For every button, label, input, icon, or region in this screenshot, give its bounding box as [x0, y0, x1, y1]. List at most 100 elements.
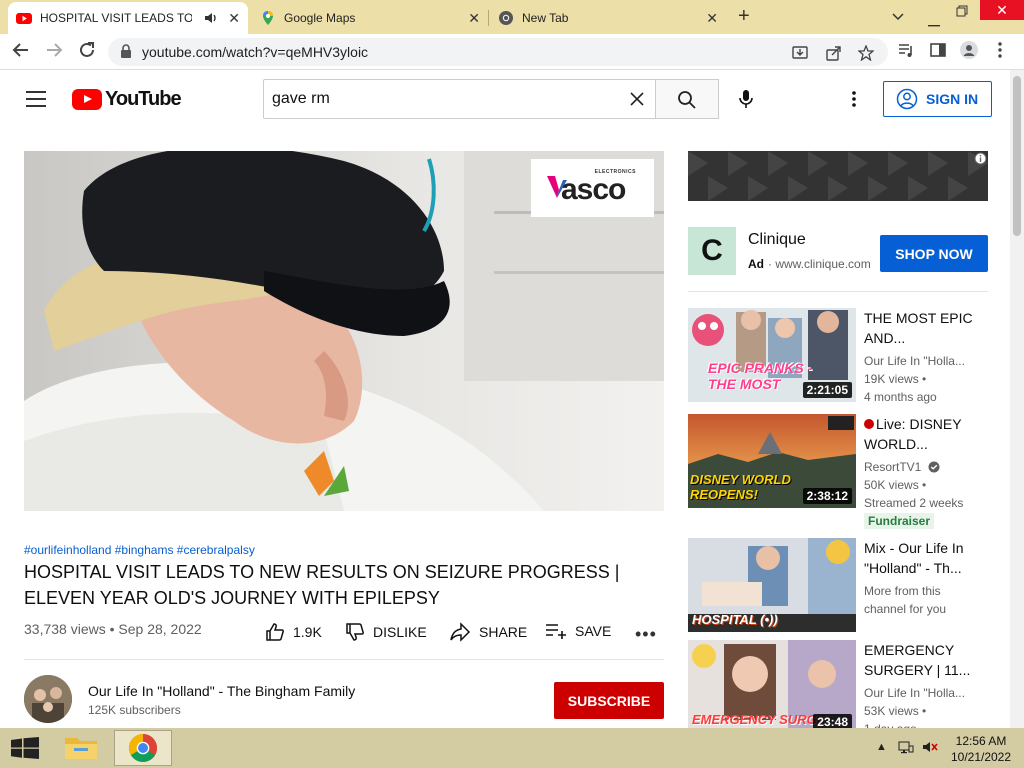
close-window-icon[interactable]: ✕: [980, 0, 1024, 20]
video-hashtags[interactable]: #ourlifeinholland #binghams #cerebralpal…: [24, 543, 255, 557]
hamburger-menu-icon[interactable]: [26, 91, 46, 112]
ad-label-line: Ad · www.clinique.com: [748, 257, 871, 271]
recommendation-thumbnail[interactable]: HOSPITAL (•)): [688, 538, 856, 632]
media-queue-icon[interactable]: [898, 42, 914, 63]
recommendation-thumbnail[interactable]: EPIC PRANKS - THE MOST 2:21:05: [688, 308, 856, 402]
share-label: SHARE: [479, 624, 528, 640]
more-actions-icon[interactable]: •••: [635, 624, 657, 645]
shop-now-button[interactable]: SHOP NOW: [880, 235, 988, 272]
search-icon: [678, 91, 696, 109]
recommendation-subtext: More from this: [864, 584, 941, 598]
recommendation-title[interactable]: EMERGENCY SURGERY | 11...: [864, 640, 974, 680]
advertiser-name[interactable]: Clinique: [748, 231, 806, 249]
close-tab-icon[interactable]: ✕: [228, 11, 240, 25]
forward-arrow-icon[interactable]: [45, 41, 63, 63]
vasco-watermark-logo: ELECTRONICS asco: [531, 159, 654, 217]
browser-menu-icon[interactable]: [998, 42, 1002, 63]
back-arrow-icon[interactable]: [12, 41, 30, 63]
like-count: 1.9K: [293, 624, 322, 640]
youtube-logo[interactable]: YouTube: [72, 88, 182, 111]
ad-url: www.clinique.com: [775, 257, 871, 271]
thumbs-up-icon: [266, 623, 284, 641]
recommendation-title[interactable]: THE MOST EPIC AND...: [864, 308, 974, 348]
recommendation-views: 19K views •: [864, 372, 927, 386]
tab-youtube[interactable]: HOSPITAL VISIT LEADS TO N ✕: [8, 2, 248, 34]
subscribe-button[interactable]: SUBSCRIBE: [554, 682, 664, 719]
video-duration: 23:48: [813, 714, 852, 728]
recommendation-channel: Our Life In "Holla...: [864, 354, 965, 368]
recommendation-title[interactable]: Live: DISNEY WORLD...: [864, 414, 974, 454]
search-button[interactable]: [655, 79, 719, 119]
youtube-play-icon: [72, 89, 102, 110]
recommendation-channel: Our Life In "Holla...: [864, 686, 965, 700]
tab-new-tab[interactable]: New Tab ✕: [490, 2, 726, 34]
share-button[interactable]: SHARE: [449, 622, 527, 642]
taskbar-chrome[interactable]: [114, 730, 172, 766]
recommendation-age: 1 day ago: [864, 720, 917, 728]
vasco-brand-text: asco: [561, 173, 626, 206]
ad-info-icon[interactable]: [974, 152, 987, 170]
reload-icon[interactable]: [78, 41, 96, 63]
restore-icon[interactable]: [956, 4, 968, 20]
recommendation-item[interactable]: HOSPITAL (•)) Mix - Our Life In "Holland…: [688, 538, 1010, 632]
network-icon[interactable]: [898, 740, 914, 757]
lock-icon[interactable]: [120, 44, 132, 63]
verified-check-icon: [928, 461, 940, 473]
save-button[interactable]: SAVE: [545, 622, 611, 640]
side-panel-icon[interactable]: [930, 42, 946, 63]
sign-in-button[interactable]: SIGN IN: [883, 81, 992, 117]
recommendation-title[interactable]: Mix - Our Life In "Holland" - Th...: [864, 538, 968, 578]
close-tab-icon[interactable]: ✕: [706, 11, 718, 25]
address-bar[interactable]: youtube.com/watch?v=qeMHV3yloic: [108, 38, 888, 66]
recommendation-age: 4 months ago: [864, 390, 937, 404]
video-duration: 2:38:12: [802, 488, 852, 504]
minimize-icon[interactable]: [928, 14, 940, 30]
share-icon[interactable]: [826, 45, 842, 66]
close-tab-icon[interactable]: ✕: [468, 11, 480, 25]
dislike-button[interactable]: DISLIKE: [345, 622, 427, 642]
search-query: gave rm: [272, 90, 330, 107]
share-arrow-icon: [450, 622, 471, 642]
windows-start-icon[interactable]: [11, 737, 39, 764]
url-text: youtube.com/watch?v=qeMHV3yloic: [142, 44, 369, 60]
recommendation-item[interactable]: DISNEY WORLD REOPENS! 2:38:12 Live: DISN…: [688, 414, 1010, 530]
scrollbar-thumb[interactable]: [1013, 76, 1021, 236]
recommendation-age: Streamed 2 weeks: [864, 496, 964, 510]
taskbar-file-explorer[interactable]: [52, 730, 110, 766]
microphone-icon[interactable]: [738, 89, 754, 114]
recommendation-views: 53K views •: [864, 704, 927, 718]
video-title: HOSPITAL VISIT LEADS TO NEW RESULTS ON S…: [24, 562, 620, 608]
speaker-icon[interactable]: [204, 11, 218, 28]
profile-avatar-icon[interactable]: [960, 41, 978, 64]
bookmark-star-icon[interactable]: [857, 44, 875, 66]
youtube-header: YouTube gave rm SIGN IN: [0, 70, 1010, 128]
channel-name-text: ResortTV1: [864, 460, 922, 474]
fundraiser-badge: Fundraiser: [864, 513, 935, 529]
youtube-wordmark: YouTube: [105, 88, 182, 110]
tab-search-chevron-icon[interactable]: [892, 8, 904, 24]
clear-search-icon[interactable]: [629, 91, 645, 112]
recommendation-item[interactable]: EMERGENCY SURGE 23:48 EMERGENCY SURGERY …: [688, 640, 1010, 728]
advertiser-logo[interactable]: C: [688, 227, 736, 275]
page-scrollbar[interactable]: [1010, 70, 1024, 728]
channel-avatar[interactable]: [24, 675, 72, 723]
settings-kebab-icon[interactable]: [852, 91, 856, 112]
ad-banner-image[interactable]: [688, 151, 988, 201]
thumbnail-text: DISNEY WORLD REOPENS!: [690, 472, 791, 502]
folder-icon: [65, 738, 97, 759]
recommendation-views: 50K views •: [864, 478, 927, 492]
recommendation-item[interactable]: EPIC PRANKS - THE MOST 2:21:05 THE MOST …: [688, 308, 1010, 404]
new-tab-plus-icon[interactable]: +: [738, 6, 750, 26]
install-app-icon[interactable]: [792, 45, 808, 66]
search-input[interactable]: gave rm: [263, 79, 656, 119]
channel-name[interactable]: Our Life In "Holland" - The Bingham Fami…: [88, 683, 355, 699]
save-label: SAVE: [575, 623, 612, 639]
recommendation-thumbnail[interactable]: EMERGENCY SURGE 23:48: [688, 640, 856, 728]
clock-date: 10/21/2022: [950, 750, 1012, 764]
volume-muted-icon[interactable]: [922, 740, 938, 757]
system-clock[interactable]: 12:56 AM 10/21/2022: [946, 733, 1016, 765]
like-button[interactable]: 1.9K: [265, 622, 322, 642]
tray-overflow-chevron-icon[interactable]: ▲: [876, 741, 887, 753]
tab-google-maps[interactable]: Google Maps ✕: [252, 2, 488, 34]
recommendation-thumbnail[interactable]: DISNEY WORLD REOPENS! 2:38:12: [688, 414, 856, 508]
